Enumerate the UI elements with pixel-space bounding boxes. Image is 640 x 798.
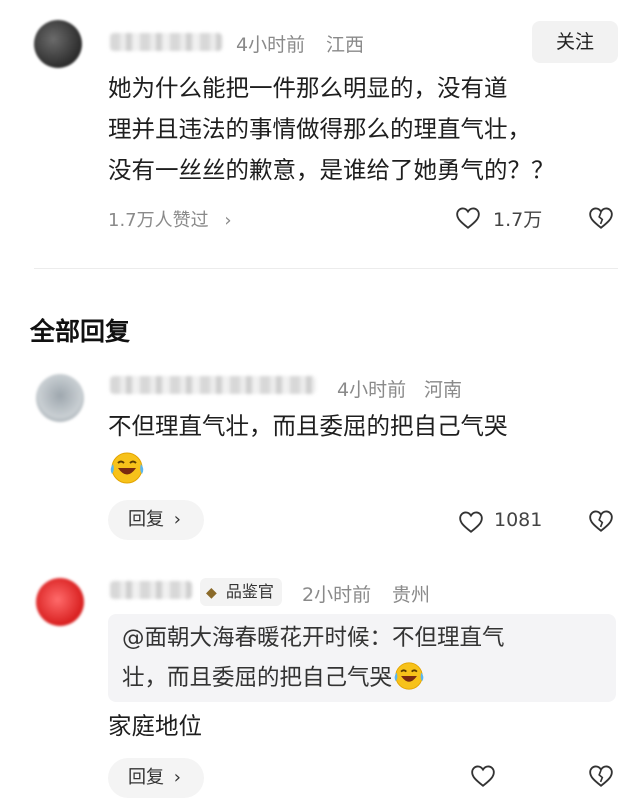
- laughing-crying-emoji: [108, 451, 146, 485]
- reply-location: 河南: [424, 379, 463, 401]
- reply-button-label: 回复: [128, 767, 164, 788]
- comment-line: 她为什么能把一件那么明显的，没有道: [108, 74, 508, 102]
- reply-text: 家庭地位: [108, 712, 202, 740]
- section-title: 全部回复: [30, 317, 131, 346]
- chevron-right-icon: ›: [173, 509, 181, 530]
- username[interactable]: [110, 376, 316, 394]
- chevron-right-icon: ›: [224, 210, 232, 231]
- comment-line: 没有一丝丝的歉意，是谁给了她勇气的？？: [108, 156, 555, 184]
- reply-time: 4小时前: [337, 379, 407, 401]
- broken-heart-icon: [589, 207, 613, 229]
- likes-summary-label: 1.7万人赞过: [108, 210, 209, 231]
- quoted-reply-text: @面朝大海春暖花开时候：不但理直气 壮，而且委屈的把自己气哭: [122, 618, 505, 698]
- username[interactable]: [110, 581, 192, 599]
- comment-line: 理并且违法的事情做得那么的理直气壮，: [108, 115, 531, 143]
- like-count: 1081: [494, 509, 543, 531]
- comment-text: 她为什么能把一件那么明显的，没有道 理并且违法的事情做得那么的理直气壮， 没有一…: [108, 68, 628, 191]
- quote-line-text: 壮，而且委屈的把自己气哭: [122, 665, 393, 691]
- reply-button-label: 回复: [128, 509, 164, 530]
- avatar[interactable]: [36, 374, 84, 422]
- heart-icon: [456, 207, 480, 229]
- reply-time: 2小时前: [302, 584, 372, 606]
- dislike-button[interactable]: [588, 509, 614, 535]
- like-count: 1.7万: [493, 209, 543, 231]
- likes-summary[interactable]: 1.7万人赞过 ›: [108, 206, 232, 232]
- comment-location: 江西: [326, 34, 365, 56]
- quote-line: 壮，而且委屈的把自己气哭: [122, 658, 505, 698]
- like-button[interactable]: [470, 764, 496, 790]
- comment-time: 4小时前: [236, 34, 306, 56]
- laughing-crying-emoji: [394, 662, 424, 690]
- reply-button[interactable]: 回复 ›: [108, 758, 204, 798]
- dislike-button[interactable]: [588, 764, 614, 790]
- broken-heart-icon: [589, 765, 613, 787]
- chevron-right-icon: ›: [173, 767, 181, 788]
- follow-button[interactable]: 关注: [532, 21, 618, 63]
- broken-heart-icon: [589, 510, 613, 532]
- diamond-badge-icon: ◆: [206, 585, 217, 601]
- reply-button[interactable]: 回复 ›: [108, 500, 204, 540]
- heart-icon: [471, 765, 495, 787]
- quoted-reply[interactable]: @面朝大海春暖花开时候：不但理直气 壮，而且委屈的把自己气哭: [108, 614, 616, 702]
- avatar[interactable]: [36, 578, 84, 626]
- avatar[interactable]: [34, 20, 82, 68]
- reply-location: 贵州: [392, 584, 431, 606]
- username[interactable]: [110, 33, 222, 51]
- dislike-button[interactable]: [588, 206, 614, 232]
- divider: [34, 268, 618, 269]
- reply-text: 不但理直气壮，而且委屈的把自己气哭: [108, 412, 508, 440]
- quote-line: @面朝大海春暖花开时候：不但理直气: [122, 625, 505, 651]
- badge: ◆ 品鉴官: [200, 578, 282, 606]
- badge-label: 品鉴官: [225, 582, 274, 601]
- heart-icon: [459, 511, 483, 533]
